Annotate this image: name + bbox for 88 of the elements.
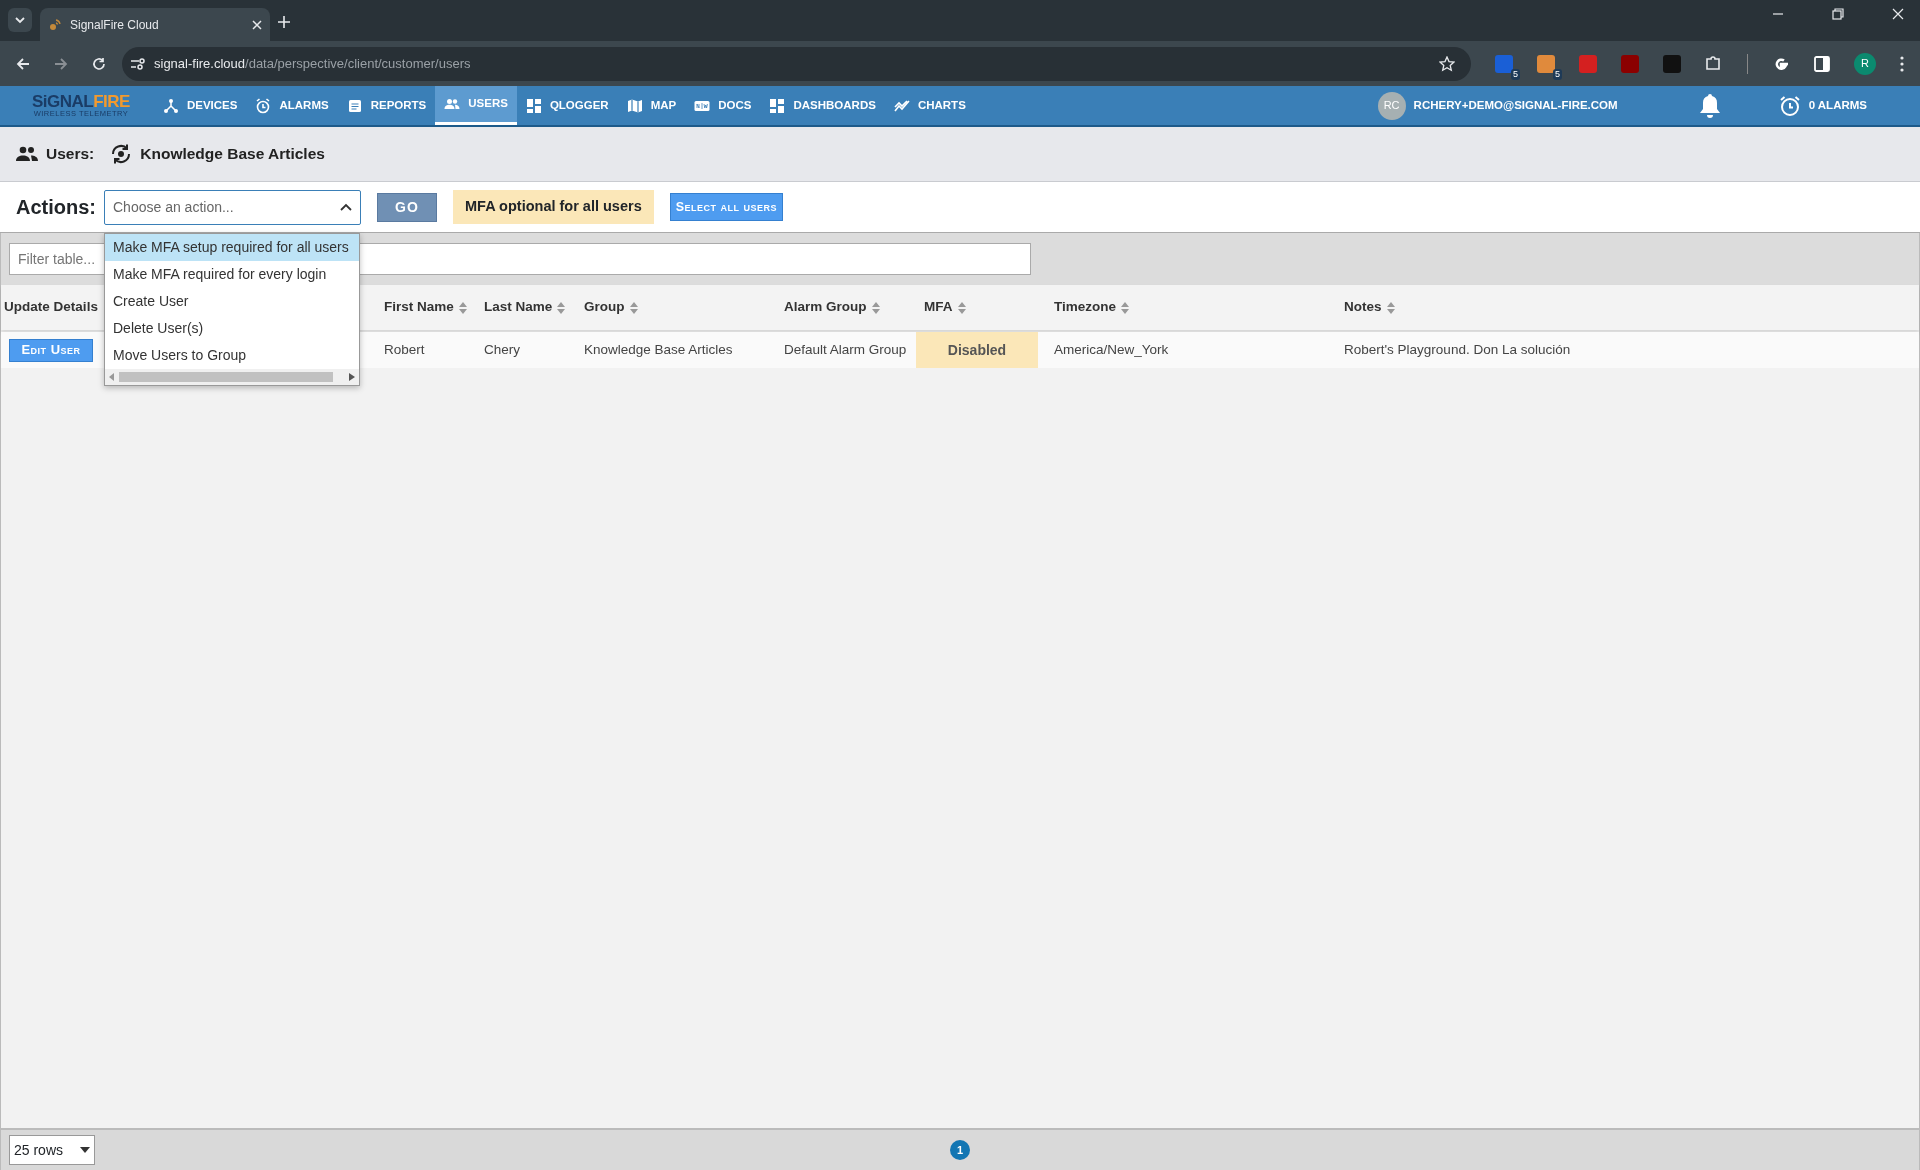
- nav-tab[interactable]: QLOGGER: [516, 86, 618, 125]
- alarm-clock-icon: [1778, 94, 1801, 117]
- nav-tab[interactable]: REPORTS: [337, 86, 436, 125]
- chevron-down-icon: [15, 16, 25, 24]
- side-panel-icon: [1814, 55, 1830, 72]
- scroll-right-icon[interactable]: [349, 373, 355, 381]
- sort-icon[interactable]: [1120, 300, 1130, 315]
- profile-avatar[interactable]: R: [1854, 52, 1876, 75]
- logo-wordmark: SiGNALFIRE: [32, 93, 130, 111]
- dropdown-option[interactable]: Delete User(s): [105, 315, 359, 342]
- page-number[interactable]: 1: [950, 1140, 970, 1160]
- nav-tab[interactable]: DASHBOARDS: [760, 86, 885, 125]
- dropdown-option[interactable]: Make MFA setup required for all users: [105, 234, 359, 261]
- caret-icon[interactable]: [80, 1147, 90, 1153]
- breadcrumb-label: Users:: [46, 144, 95, 165]
- nav-tab[interactable]: USERS: [435, 86, 517, 125]
- nav-tab[interactable]: ALARMS: [246, 86, 338, 125]
- table-cell: Default Alarm Group: [784, 341, 907, 357]
- reload-icon: [92, 56, 106, 71]
- nav-tab[interactable]: DEVICES: [153, 86, 247, 125]
- column-header[interactable]: Group: [584, 297, 625, 318]
- address-bar[interactable]: signal-fire.cloud/data/perspective/client/customer/users: [122, 46, 1471, 81]
- column-header[interactable]: Timezone: [1054, 297, 1116, 318]
- sort-icon[interactable]: [556, 300, 567, 315]
- scroll-left-icon[interactable]: [109, 373, 115, 381]
- dashboard-grid-icon: [769, 97, 786, 114]
- nav-tab[interactable]: CHARTS: [884, 86, 975, 125]
- more-menu-icon: [1900, 55, 1904, 72]
- new-tab-icon: [278, 16, 290, 28]
- column-header[interactable]: Notes: [1344, 297, 1382, 318]
- column-header[interactable]: Last Name: [484, 297, 553, 318]
- sort-icon[interactable]: [956, 300, 967, 315]
- column-header[interactable]: MFA: [924, 297, 953, 318]
- satellite-icon: [48, 17, 62, 32]
- sort-icon[interactable]: [628, 300, 639, 315]
- column-header[interactable]: Alarm Group: [784, 297, 867, 318]
- go-button[interactable]: GO: [377, 192, 437, 222]
- browser-tab[interactable]: SignalFire Cloud: [40, 8, 270, 41]
- actions-label: Actions:: [16, 195, 96, 220]
- url-text: signal-fire.cloud/data/perspective/client/customer/users: [154, 54, 471, 73]
- dropdown-option[interactable]: Move Users to Group: [105, 342, 359, 369]
- restore-icon: [1832, 8, 1844, 20]
- table-cell: America/New_York: [1054, 341, 1169, 357]
- extension-icon[interactable]: [1537, 54, 1555, 73]
- alarms-button[interactable]: 0 ALARMS: [1769, 86, 1876, 125]
- nav-tab[interactable]: DOCS: [685, 86, 761, 125]
- table-cell: Robert: [384, 341, 425, 357]
- sort-icon[interactable]: [1385, 300, 1396, 315]
- rows-per-page-select[interactable]: 25 rows: [9, 1135, 95, 1165]
- action-select[interactable]: Choose an action...: [104, 189, 361, 225]
- user-email[interactable]: RCHERY+DEMO@SIGNAL-FIRE.COM: [1413, 96, 1618, 115]
- column-header[interactable]: First Name: [384, 297, 454, 318]
- sort-icon[interactable]: [870, 300, 881, 315]
- close-icon: [1892, 8, 1904, 20]
- network-icon: [162, 97, 179, 114]
- back-arrow-icon: [16, 56, 30, 71]
- mfa-status-cell: Disabled: [916, 332, 1038, 368]
- users-icon: [444, 96, 461, 112]
- extension-badge: 5: [1511, 68, 1520, 80]
- chevron-up-icon: [340, 203, 352, 211]
- bell-icon: [1697, 92, 1722, 119]
- tab-list-button[interactable]: [8, 8, 32, 32]
- close-icon: [252, 19, 262, 30]
- forward-arrow-icon: [54, 56, 68, 71]
- table-cell: Knowledge Base Articles: [584, 341, 733, 357]
- map-icon: [626, 97, 643, 114]
- tab-title: SignalFire Cloud: [70, 16, 160, 34]
- dashboard-grid-icon: [525, 97, 542, 114]
- select-all-users-button[interactable]: Select all users: [669, 193, 783, 221]
- document-icon: [346, 97, 363, 114]
- line-chart-icon: [893, 97, 910, 114]
- group-name[interactable]: Knowledge Base Articles: [140, 142, 325, 166]
- mfa-status-note: MFA optional for all users: [453, 190, 654, 224]
- horizontal-scrollbar[interactable]: [105, 369, 359, 385]
- extension-badge: 5: [1553, 68, 1562, 80]
- nav-tab[interactable]: MAP: [617, 86, 686, 125]
- users-icon: [16, 146, 38, 162]
- column-header: Update Details: [4, 298, 98, 317]
- sync-group-icon: [110, 143, 133, 165]
- table-cell: Chery: [484, 341, 520, 357]
- dropdown-option[interactable]: Create User: [105, 288, 359, 315]
- alarm-clock-icon: [255, 97, 272, 114]
- puzzle-piece-icon[interactable]: [1705, 54, 1723, 73]
- table-cell: Robert's Playground. Don La solución: [1344, 341, 1571, 357]
- star-icon: [1439, 55, 1455, 72]
- sort-icon[interactable]: [457, 300, 468, 315]
- edit-user-button[interactable]: Edit User: [9, 338, 93, 362]
- site-settings-icon: [130, 56, 146, 71]
